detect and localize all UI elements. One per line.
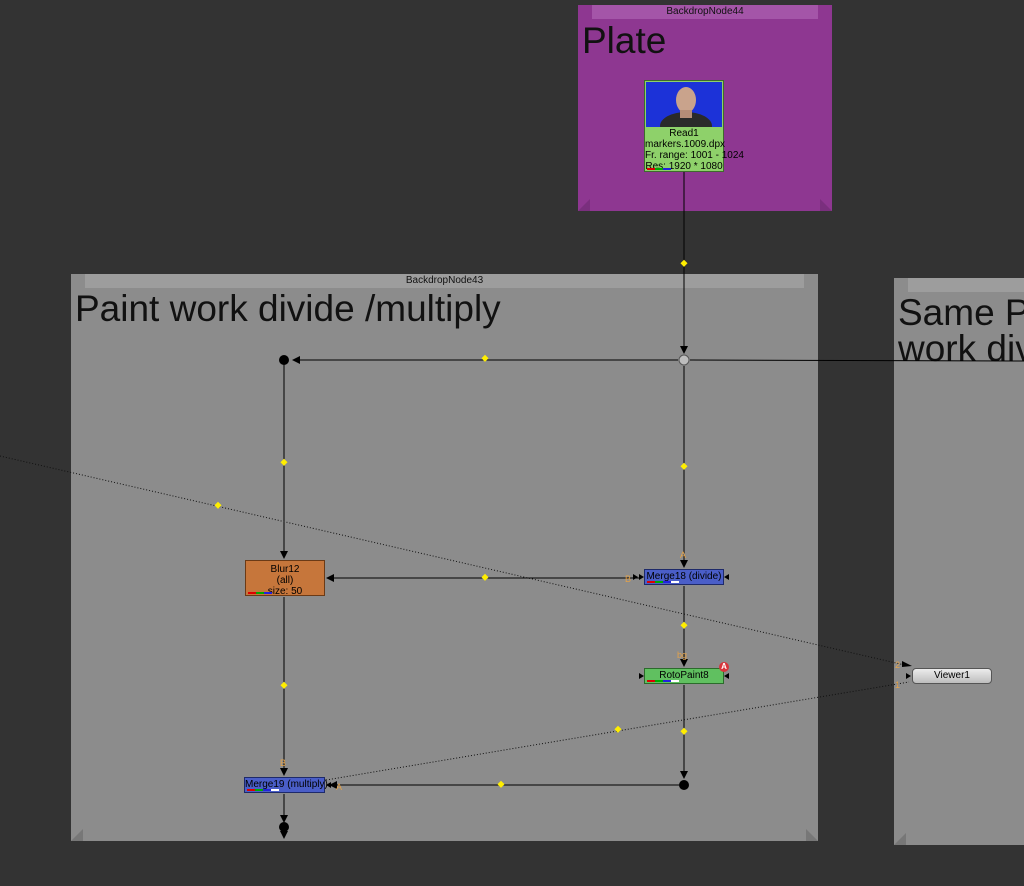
input-label-b: B [280,758,287,768]
read-thumbnail [646,82,722,127]
channel-red [647,581,655,583]
channel-alpha [671,581,679,583]
read-node-file: markers.1009.dpx [645,139,726,150]
dot-node[interactable] [279,822,289,832]
read-node-range: Fr. range: 1001 - 1024 [645,150,744,161]
backdrop-resize-corner [806,829,818,841]
channel-blue [263,789,271,791]
pipe-midpoint-handle[interactable] [680,621,688,629]
channel-green [255,789,263,791]
dot-node[interactable] [279,355,289,365]
read-node[interactable]: Read1 markers.1009.dpx Fr. range: 1001 -… [644,80,744,172]
input-label-bg: bg [677,650,688,660]
pipe-midpoint-handle[interactable] [481,354,489,362]
input-label-a: A [336,782,343,792]
rotopaint-animated-badge: A [719,662,729,672]
read-node-name: Read1 [669,128,699,139]
channel-green [655,581,663,583]
blur-node-channels: (all) [276,575,294,586]
viewer-input-label-2: 2 [895,660,901,670]
channel-red [247,789,255,791]
merge-divide-node[interactable]: Merge18 (divide) [644,569,724,585]
channel-blue [663,680,671,682]
channel-alpha [671,680,679,682]
channel-red [647,680,655,682]
blur-node-name: Blur12 [270,564,300,575]
viewer-input-label-1: 1 [895,680,901,690]
viewer-node[interactable]: Viewer1 [912,668,992,684]
channel-blue [264,592,272,594]
pipe-midpoint-handle[interactable] [680,259,688,267]
pipe-midpoint-handle[interactable] [680,462,688,470]
pipe-midpoint-handle[interactable] [280,681,288,689]
pipe-midpoint-handle[interactable] [280,458,288,466]
viewer-node-name: Viewer1 [934,670,970,681]
pipe-midpoint-handle[interactable] [614,725,622,733]
backdrop-resize-corner [71,829,83,841]
read-node-res: Res: 1920 * 1080 [645,161,723,172]
backdrop-resize-corner [894,833,906,845]
pipe-dot-to-right[interactable] [689,359,1024,362]
pipe-viewer-input-2[interactable] [0,455,910,667]
channel-green [655,680,663,682]
input-label-a: A [680,550,687,560]
channel-blue [663,581,671,583]
node-graph-connections [0,172,1024,845]
rotopaint-node[interactable]: RotoPaint8 [644,668,724,684]
backdrop-resize-corner [578,199,590,211]
blur-node[interactable]: Blur12 (all) size: 50 [245,560,325,597]
channel-blue [663,168,671,170]
pipe-midpoint-handle[interactable] [680,727,688,735]
pipe-midpoint-handle[interactable] [481,573,489,581]
merge-multiply-node[interactable]: Merge19 (multiply) [244,777,328,793]
channel-green [655,168,663,170]
dot-node[interactable] [678,354,690,366]
channel-red [647,168,655,170]
input-label-b: B [625,574,632,584]
dot-node[interactable] [679,780,689,790]
pipe-midpoint-handle[interactable] [497,780,505,788]
channel-green [256,592,264,594]
channel-alpha [271,789,279,791]
channel-red [248,592,256,594]
pipe-midpoint-handle[interactable] [214,501,222,509]
backdrop-resize-corner [820,199,832,211]
